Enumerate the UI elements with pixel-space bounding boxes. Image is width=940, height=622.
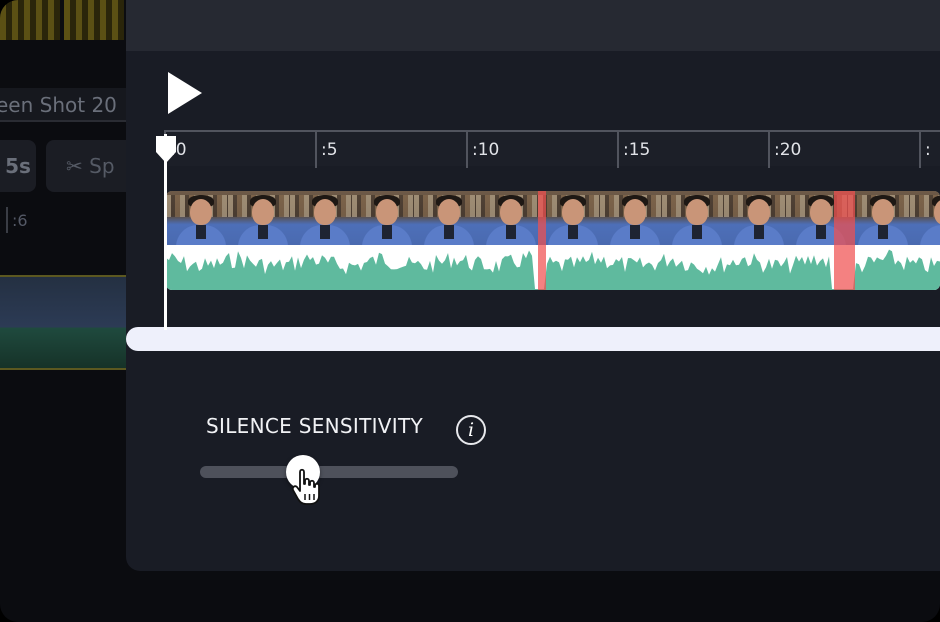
background-split-label: Sp xyxy=(89,154,115,178)
background-clip xyxy=(0,275,130,370)
video-track[interactable] xyxy=(166,191,940,290)
ruler-tick xyxy=(768,132,770,168)
play-icon[interactable] xyxy=(166,70,206,116)
silence-marker[interactable] xyxy=(538,191,546,290)
ruler-tick xyxy=(617,132,619,168)
video-frame xyxy=(166,191,230,245)
background-duration-chip: 5s xyxy=(0,140,36,192)
timeline-scroll-bar[interactable] xyxy=(126,327,940,351)
ruler-tick xyxy=(466,132,468,168)
video-frame xyxy=(290,191,354,245)
background-thumbnail-strip xyxy=(0,0,130,44)
background-ruler: :6 xyxy=(0,205,130,241)
ruler-tick xyxy=(315,132,317,168)
video-frame xyxy=(848,191,912,245)
ruler-label: :15 xyxy=(623,140,651,160)
video-frame xyxy=(600,191,664,245)
video-frame xyxy=(724,191,788,245)
ruler-label: :5 xyxy=(321,140,338,160)
video-frames-strip xyxy=(166,191,940,245)
background-ruler-label: :6 xyxy=(12,211,28,230)
silence-sensitivity-slider[interactable] xyxy=(200,455,458,489)
ruler-label: : xyxy=(925,140,931,160)
ruler-tick xyxy=(919,132,921,168)
video-frame xyxy=(414,191,478,245)
silence-sensitivity-label: SILENCE SENSITIVITY xyxy=(206,414,424,438)
background-split-button: ✂ Sp xyxy=(46,140,136,192)
video-frame xyxy=(228,191,292,245)
playhead-handle[interactable] xyxy=(154,134,178,164)
info-icon[interactable]: i xyxy=(456,415,486,445)
ruler-label: :10 xyxy=(472,140,500,160)
modal-header xyxy=(126,0,940,51)
video-frame xyxy=(352,191,416,245)
scissors-icon: ✂ xyxy=(66,154,83,178)
audio-waveform xyxy=(166,249,940,290)
video-frame xyxy=(476,191,540,245)
silence-removal-modal: :0:5:10:15:20: SILENCE SENSITIVITY i xyxy=(126,0,940,571)
video-frame xyxy=(910,191,940,245)
background-file-title: een Shot 20 xyxy=(0,88,132,122)
ruler-label: :20 xyxy=(774,140,802,160)
video-frame xyxy=(662,191,726,245)
timeline-ruler: :0:5:10:15:20: xyxy=(164,130,940,168)
video-frame xyxy=(538,191,602,245)
timeline: :0:5:10:15:20: xyxy=(126,130,940,330)
slider-thumb[interactable] xyxy=(286,455,321,489)
silence-marker[interactable] xyxy=(834,191,855,290)
